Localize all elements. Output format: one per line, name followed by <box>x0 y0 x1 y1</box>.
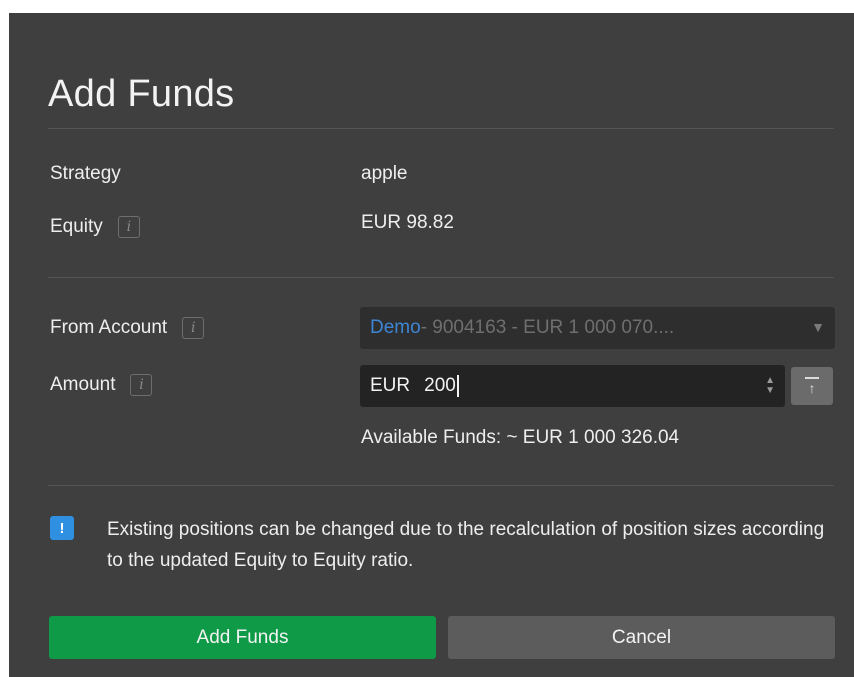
account-type-label: Demo <box>370 317 421 338</box>
from-account-select[interactable]: Demo - 9004163 - EUR 1 000 070.... ▼ <box>360 307 835 349</box>
warning-icon: ! <box>50 516 74 540</box>
account-details-label: - 9004163 - EUR 1 000 070.... <box>420 317 675 338</box>
amount-value[interactable]: 200 <box>424 375 456 397</box>
strategy-value: apple <box>361 163 408 184</box>
spin-down-icon[interactable]: ▼ <box>765 386 775 396</box>
divider <box>48 485 834 486</box>
equity-label-text: Equity <box>50 216 103 237</box>
amount-label: Amount i <box>50 374 153 396</box>
dialog-title: Add Funds <box>48 73 235 115</box>
dropdown-caret-icon[interactable]: ▼ <box>811 319 825 335</box>
max-amount-button[interactable]: ↑ <box>791 367 833 405</box>
cancel-button[interactable]: Cancel <box>448 616 835 659</box>
add-funds-dialog: Add Funds Strategy apple Equity i EUR 98… <box>9 13 854 677</box>
amount-currency: EUR <box>370 375 411 396</box>
from-account-label: From Account i <box>50 317 205 339</box>
equity-info-icon[interactable]: i <box>117 216 140 238</box>
arrow-up-icon: ↑ <box>808 380 816 396</box>
available-funds: Available Funds: ~ EUR 1 000 326.04 <box>361 427 680 448</box>
max-bar-icon <box>805 377 819 379</box>
amount-label-text: Amount <box>50 374 116 395</box>
from-account-info-icon[interactable]: i <box>182 317 205 339</box>
notice-text: Existing positions can be changed due to… <box>107 519 825 571</box>
add-funds-button[interactable]: Add Funds <box>49 616 436 659</box>
equity-label: Equity i <box>50 216 140 238</box>
amount-input[interactable]: EUR 200 ▲ ▼ <box>360 365 785 407</box>
amount-spinner[interactable]: ▲ ▼ <box>765 376 775 396</box>
amount-info-icon[interactable]: i <box>130 374 153 396</box>
strategy-label-text: Strategy <box>50 163 121 184</box>
strategy-label: Strategy <box>50 163 121 185</box>
divider <box>48 277 834 278</box>
divider <box>48 128 834 129</box>
equity-value: EUR 98.82 <box>361 212 454 233</box>
from-account-label-text: From Account <box>50 317 168 338</box>
text-cursor <box>456 375 459 397</box>
